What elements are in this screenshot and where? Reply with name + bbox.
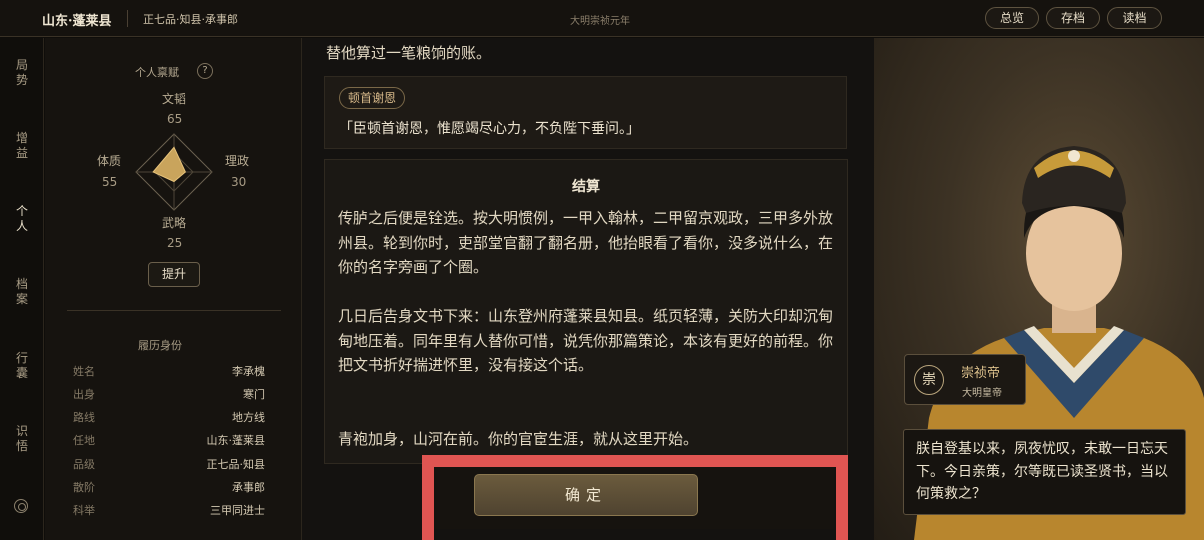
settlement-title: 结算	[572, 179, 600, 195]
stat-value-literary: 65	[167, 112, 183, 126]
promote-button[interactable]: 提升	[148, 262, 200, 287]
crown-pearl-shape	[1068, 150, 1080, 162]
speaker-name: 崇祯帝	[961, 366, 1001, 381]
resume-row-rank: 散阶 承事郎	[73, 479, 265, 495]
resume-value: 正七品·知县	[206, 458, 266, 471]
stat-value-physique: 55	[102, 175, 118, 189]
resume-row-exam: 科举 三甲同进士	[73, 502, 265, 518]
nav-label: 识	[15, 424, 28, 438]
speech-bubble: 朕自登基以来，夙夜忧叹，未敢一日忘天下。今日亲策，尔等既已读圣贤书，当以何策救之…	[903, 429, 1186, 515]
nav-label: 个	[15, 204, 28, 218]
resume-value: 山东·蓬莱县	[206, 434, 266, 447]
nav-label: 局	[15, 58, 28, 72]
nav-label: 案	[15, 292, 28, 306]
speaker-nameplate: 崇 崇祯帝 大明皇帝	[904, 354, 1026, 405]
stat-label-martial: 武略	[162, 216, 187, 230]
resume-key: 任地	[73, 434, 95, 447]
gear-icon[interactable]	[14, 499, 28, 513]
resume-value: 寒门	[243, 388, 265, 401]
nav-item-insight[interactable]: 识 悟	[0, 424, 44, 454]
talent-title: 个人禀赋	[135, 66, 179, 79]
resume-row-grade: 品级 正七品·知县	[73, 456, 265, 472]
resume-value: 李承槐	[232, 365, 265, 378]
settlement-paragraph: 传胪之后便是铨选。按大明惯例，一甲入翰林，二甲留京观政，三甲多外放州县。轮到你时…	[338, 209, 834, 276]
nav-label: 囊	[15, 366, 28, 380]
save-button[interactable]: 存档	[1046, 7, 1100, 29]
nav-label: 增	[15, 131, 28, 145]
nav-label: 益	[15, 146, 28, 160]
resume-key: 科举	[73, 504, 95, 517]
resume-key: 路线	[73, 411, 95, 424]
resume-row-origin: 出身 寒门	[73, 386, 265, 402]
stat-label-physique: 体质	[97, 154, 122, 168]
era-label: 大明崇祯元年	[570, 16, 630, 27]
resume-row-post: 任地 山东·蓬莱县	[73, 432, 265, 448]
stat-label-governance: 理政	[225, 154, 250, 168]
stat-label-literary: 文韬	[162, 92, 187, 106]
story-text: 替他算过一笔粮饷的账。	[326, 44, 492, 62]
settlement-paragraph: 几日后告身文书下来：山东登州府蓬莱县知县。纸页轻薄，关防大印却沉甸甸地压着。同年…	[338, 307, 834, 374]
help-icon[interactable]: ?	[197, 63, 213, 79]
nav-label: 人	[15, 219, 28, 233]
settlement-panel: 结算 传胪之后便是铨选。按大明惯例，一甲入翰林，二甲留京观政，三甲多外放州县。轮…	[324, 159, 848, 464]
location-title: 山东·蓬莱县	[42, 14, 112, 29]
choice-tag: 顿首谢恩	[339, 87, 406, 109]
resume-key: 出身	[73, 388, 95, 401]
resume-row-path: 路线 地方线	[73, 409, 265, 425]
speaker-title: 大明皇帝	[962, 388, 1002, 399]
settlement-paragraph: 青袍加身，山河在前。你的官宦生涯，就从这里开始。	[338, 430, 699, 448]
overview-button[interactable]: 总览	[985, 7, 1039, 29]
nav-item-archive[interactable]: 档 案	[0, 277, 44, 307]
side-nav: 局 势 增 益 个 人 档 案 行 囊 识 悟	[0, 38, 44, 540]
nav-item-personal[interactable]: 个 人	[0, 204, 44, 234]
highlight-frame	[422, 455, 848, 540]
nav-label: 势	[15, 73, 28, 87]
resume-title: 履历身份	[138, 339, 182, 352]
nav-item-situation[interactable]: 局 势	[0, 58, 44, 88]
resume-value: 三甲同进士	[210, 504, 265, 517]
stat-value-governance: 30	[231, 175, 247, 189]
nav-item-bonus[interactable]: 增 益	[0, 131, 44, 161]
resume-value: 承事郎	[232, 481, 265, 494]
resume-value: 地方线	[232, 411, 265, 424]
speaker-seal-icon: 崇	[914, 365, 944, 395]
rank-label: 正七品·知县·承事郎	[143, 13, 238, 26]
top-bar: 山东·蓬莱县 正七品·知县·承事郎 大明崇祯元年 总览 存档 读档	[0, 0, 1204, 37]
resume-key: 散阶	[73, 481, 95, 494]
talent-radar-chart	[135, 133, 213, 211]
load-button[interactable]: 读档	[1107, 7, 1162, 29]
choice-quote: 「臣顿首谢恩，惟愿竭尽心力，不负陛下垂问。」	[339, 121, 640, 137]
stat-value-martial: 25	[167, 236, 183, 250]
divider	[67, 310, 281, 311]
choice-card: 顿首谢恩 「臣顿首谢恩，惟愿竭尽心力，不负陛下垂问。」	[324, 76, 847, 149]
resume-row-name: 姓名 李承槐	[73, 363, 265, 379]
nav-label: 悟	[15, 439, 28, 453]
resume-key: 品级	[73, 458, 95, 471]
personal-panel: 个人禀赋 ? 文韬 65 体质 55 理政 30 武略 25 提升 履历身份 姓…	[45, 38, 302, 540]
nav-item-inventory[interactable]: 行 囊	[0, 351, 44, 381]
divider	[127, 10, 128, 27]
resume-key: 姓名	[73, 365, 95, 378]
nav-label: 行	[15, 351, 28, 365]
radar-value-shape	[152, 146, 187, 183]
nav-label: 档	[15, 277, 28, 291]
